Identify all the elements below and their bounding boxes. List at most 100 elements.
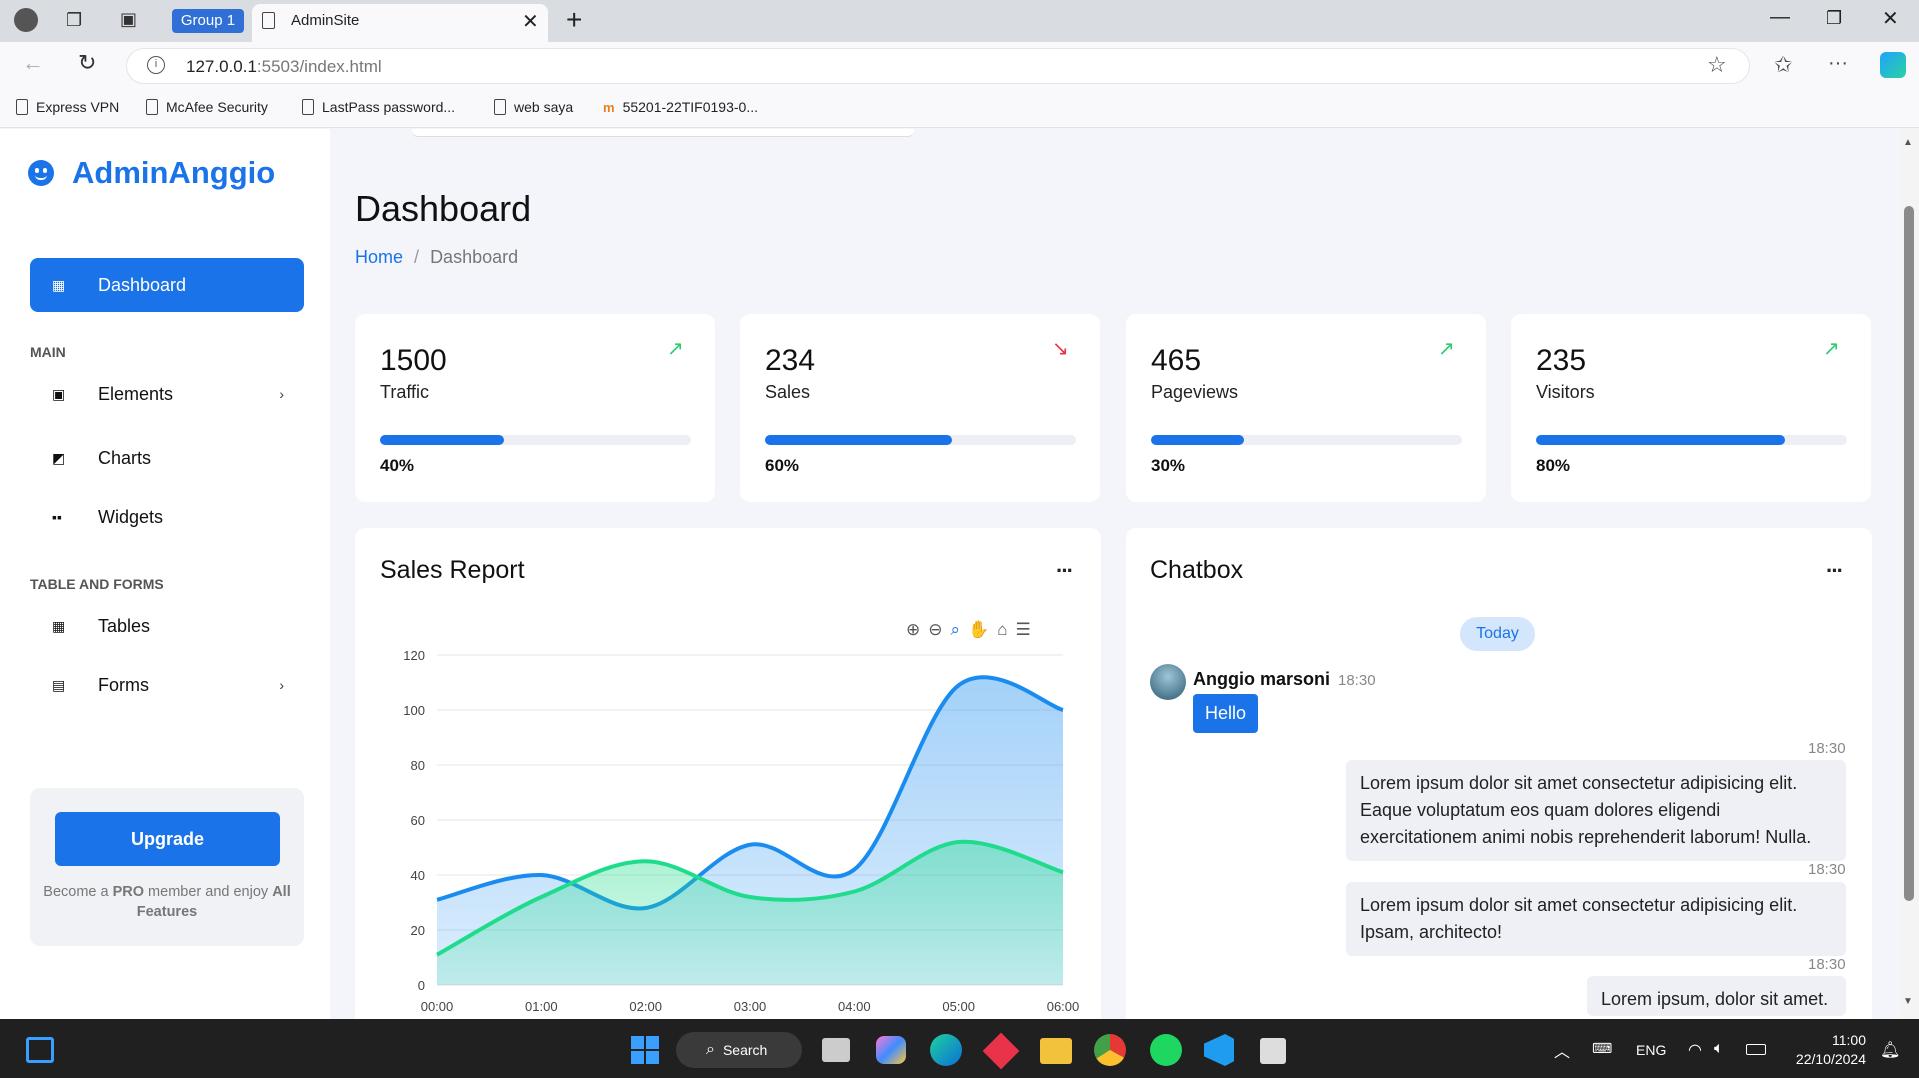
brand-name: AdminAnggio bbox=[72, 155, 276, 190]
progress-fill bbox=[765, 435, 952, 445]
chat-user-name: Anggio marsoni bbox=[1193, 669, 1331, 689]
keyboard-icon[interactable]: ⌨ bbox=[1592, 1040, 1612, 1057]
tab-actions-icon[interactable]: ▣ bbox=[120, 9, 137, 30]
breadcrumb-home[interactable]: Home bbox=[355, 247, 403, 267]
chat-reply: Lorem ipsum dolor sit amet consectetur a… bbox=[1346, 760, 1846, 861]
copilot-icon[interactable] bbox=[1880, 52, 1906, 78]
url-path: :5503/index.html bbox=[256, 57, 382, 76]
progress-fill bbox=[1536, 435, 1785, 445]
bookmark-label: Express VPN bbox=[36, 99, 120, 115]
bookmark-label: web saya bbox=[514, 99, 574, 115]
inbox-icon: ▣ bbox=[52, 385, 66, 402]
bookmark-55201[interactable]: m 55201-22TIF0193-0... bbox=[603, 99, 758, 115]
chat-reply: Lorem ipsum, dolor sit amet. bbox=[1587, 976, 1846, 1016]
copilot-taskbar-icon[interactable] bbox=[876, 1036, 906, 1064]
scroll-down-icon[interactable]: ▼ bbox=[1903, 996, 1913, 1007]
zoom-in-icon[interactable]: ⊕ bbox=[906, 620, 920, 640]
brand-logo[interactable]: AdminAnggio bbox=[28, 155, 275, 191]
volume-icon[interactable]: 🔈︎ bbox=[1714, 1040, 1724, 1058]
back-icon[interactable]: ← bbox=[22, 50, 44, 76]
x-tick-label: 02:00 bbox=[629, 999, 662, 1014]
stat-label: Sales bbox=[765, 382, 811, 402]
bookmark-express-vpn[interactable]: Express VPN bbox=[16, 99, 119, 115]
more-icon[interactable]: ··· bbox=[1828, 52, 1848, 75]
widgets-taskbar-icon[interactable] bbox=[26, 1037, 54, 1063]
chevron-up-icon[interactable]: ︿ bbox=[1554, 1038, 1570, 1062]
bookmark-lastpass[interactable]: LastPass password... bbox=[302, 99, 455, 115]
favorites-icon[interactable]: ✩ bbox=[1774, 52, 1792, 78]
progress-fill bbox=[380, 435, 505, 445]
chat-menu-icon[interactable]: ··· bbox=[1826, 558, 1844, 584]
favorite-star-icon[interactable]: ☆ bbox=[1707, 52, 1727, 78]
sidebar-item-dashboard[interactable]: ▦ Dashboard bbox=[30, 258, 304, 312]
site-info-icon[interactable]: i bbox=[147, 56, 165, 74]
windows-start-icon[interactable] bbox=[631, 1036, 659, 1064]
reset-home-icon[interactable]: ⌂ bbox=[997, 620, 1007, 640]
scroll-thumb[interactable] bbox=[1904, 206, 1914, 901]
bookmark-web-saya[interactable]: web saya bbox=[494, 99, 573, 115]
stat-percent: 80% bbox=[1536, 456, 1571, 475]
zoom-out-icon[interactable]: ⊖ bbox=[928, 620, 942, 640]
wifi-icon[interactable]: ◠ bbox=[1688, 1040, 1702, 1060]
pan-icon[interactable]: ✋ bbox=[968, 620, 989, 640]
progress-track bbox=[1536, 435, 1847, 445]
language-indicator[interactable]: ENG bbox=[1636, 1042, 1666, 1058]
tab-title: AdminSite bbox=[291, 12, 360, 29]
chart-icon: ◩ bbox=[52, 449, 66, 466]
x-tick-label: 04:00 bbox=[838, 999, 871, 1014]
file-explorer-icon[interactable] bbox=[1040, 1038, 1072, 1064]
spotify-icon[interactable] bbox=[1150, 1034, 1182, 1066]
stat-value: 465 bbox=[1151, 344, 1202, 377]
taskbar-search[interactable]: ⌕ Search bbox=[676, 1032, 802, 1068]
new-tab-icon[interactable]: + bbox=[566, 4, 582, 36]
close-tab-icon[interactable]: ✕ bbox=[522, 9, 539, 34]
url-text: 127.0.0.1:5503/index.html bbox=[186, 57, 382, 77]
sidebar-item-widgets[interactable]: ▪▪ Widgets bbox=[30, 495, 304, 539]
sales-menu-icon[interactable]: ··· bbox=[1056, 558, 1074, 584]
battery-icon[interactable] bbox=[1746, 1044, 1766, 1055]
minimize-icon[interactable]: — bbox=[1770, 6, 1790, 29]
profile-icon[interactable] bbox=[14, 8, 38, 32]
scroll-up-icon[interactable]: ▲ bbox=[1903, 137, 1913, 148]
zoom-select-icon[interactable]: ⌕ bbox=[951, 620, 961, 640]
upgrade-button[interactable]: Upgrade bbox=[55, 812, 280, 866]
x-tick-label: 01:00 bbox=[525, 999, 558, 1014]
progress-fill bbox=[1151, 435, 1245, 445]
bookmark-mcafee[interactable]: McAfee Security bbox=[146, 99, 268, 115]
search-label: Search bbox=[722, 1042, 768, 1058]
site-logo-icon: m bbox=[603, 99, 615, 115]
breadcrumb: Home / Dashboard bbox=[355, 247, 518, 268]
x-tick-label: 06:00 bbox=[1047, 999, 1080, 1014]
edge-icon[interactable] bbox=[930, 1034, 962, 1066]
x-tick-label: 03:00 bbox=[734, 999, 767, 1014]
chrome-icon[interactable] bbox=[1094, 1034, 1126, 1066]
avatar bbox=[1150, 664, 1186, 700]
notification-bell-icon[interactable]: 🔔︎ bbox=[1880, 1040, 1900, 1060]
y-tick-label: 80 bbox=[411, 758, 425, 773]
sidebar-item-charts[interactable]: ◩ Charts bbox=[30, 436, 304, 480]
page-icon bbox=[16, 99, 28, 115]
clock-date: 22/10/2024 bbox=[1795, 1051, 1866, 1067]
y-tick-label: 0 bbox=[418, 978, 425, 993]
chat-reply: Lorem ipsum dolor sit amet consectetur a… bbox=[1346, 882, 1846, 956]
sidebar-item-elements[interactable]: ▣ Elements › bbox=[30, 372, 304, 416]
sidebar-item-label: Dashboard bbox=[98, 274, 187, 295]
sidebar-item-tables[interactable]: ▦ Tables bbox=[30, 604, 304, 648]
page-icon bbox=[262, 12, 275, 29]
page-title: Dashboard bbox=[355, 188, 532, 229]
snipping-tool-icon[interactable] bbox=[1260, 1038, 1286, 1064]
workspaces-icon[interactable]: ❐ bbox=[66, 10, 82, 31]
sidebar-item-forms[interactable]: ▤ Forms › bbox=[30, 663, 304, 707]
chart-menu-icon[interactable]: ☰ bbox=[1015, 620, 1030, 640]
restore-icon[interactable]: ❐ bbox=[1826, 8, 1842, 29]
clock[interactable]: 11:00 22/10/2024 bbox=[1792, 1031, 1866, 1069]
reload-icon[interactable]: ↻ bbox=[78, 50, 96, 76]
clipboard-icon: ▤ bbox=[52, 676, 66, 693]
task-view-icon[interactable] bbox=[822, 1038, 850, 1062]
chat-user-time: 18:30 bbox=[1338, 672, 1376, 689]
table-icon: ▦ bbox=[52, 617, 66, 634]
reply-time: 18:30 bbox=[1808, 956, 1846, 973]
tab-group-label[interactable]: Group 1 bbox=[172, 9, 244, 33]
chevron-right-icon: › bbox=[279, 677, 284, 693]
close-window-icon[interactable]: ✕ bbox=[1882, 6, 1899, 31]
